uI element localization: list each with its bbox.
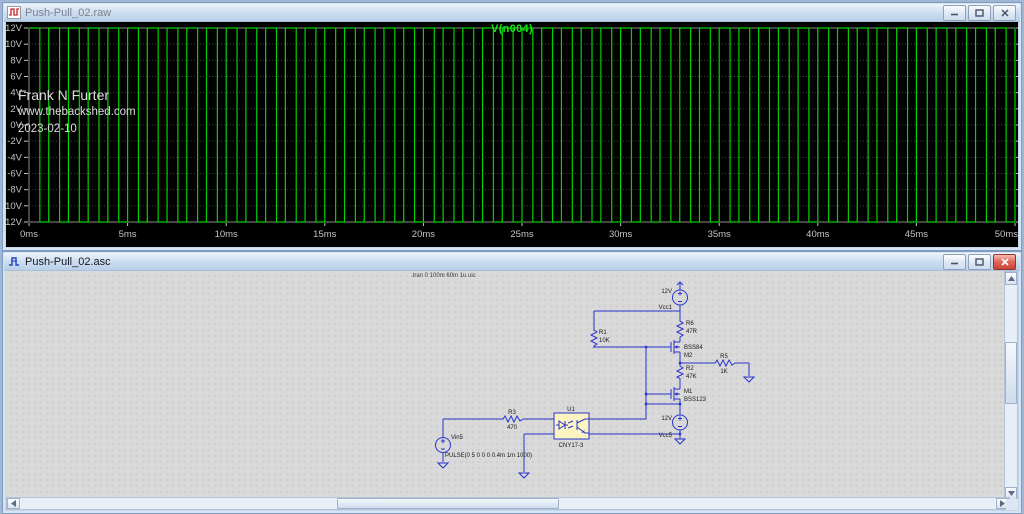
scroll-up-button[interactable] [1005, 272, 1017, 285]
vertical-scroll-thumb[interactable] [1005, 342, 1017, 404]
waveform-file-icon [7, 6, 21, 19]
svg-text:5ms: 5ms [119, 229, 137, 240]
r3-name[interactable]: R3 [508, 410, 516, 416]
resistor-r2[interactable] [677, 364, 683, 379]
plot-annotation: Frank N Furter www.thebackshed.com 2023-… [18, 88, 136, 140]
schematic-window-title: Push-Pull_02.asc [25, 256, 939, 268]
close-button[interactable] [993, 254, 1016, 270]
vcc5-value[interactable]: 12V [661, 416, 672, 422]
waveform-plot[interactable]: 12V10V8V6V4V2V0V-2V-4V-6V-8V-10V-12V0ms5… [6, 22, 1018, 247]
svg-text:15ms: 15ms [313, 229, 336, 240]
close-button[interactable] [993, 5, 1016, 21]
resistor-r5[interactable] [713, 360, 735, 366]
svg-text:25ms: 25ms [510, 229, 533, 240]
svg-text:35ms: 35ms [708, 229, 731, 240]
r5-name[interactable]: R5 [720, 354, 728, 360]
m2-name[interactable]: M2 [684, 353, 693, 359]
maximize-button[interactable] [968, 254, 991, 270]
annotation-author: Frank N Furter [18, 88, 136, 102]
waveform-titlebar[interactable]: Push-Pull_02.raw [4, 4, 1020, 22]
trace-label[interactable]: V(n004) [6, 23, 1018, 35]
svg-text:50ms: 50ms [995, 229, 1018, 240]
vin5-name[interactable]: Vin5 [451, 435, 464, 441]
spice-directive[interactable]: .tran 0 100m 60m 1u uic [411, 273, 476, 279]
optocoupler-u1[interactable] [554, 413, 589, 439]
r2-value[interactable]: 47K [686, 374, 697, 380]
svg-text:45ms: 45ms [905, 229, 928, 240]
r5-value[interactable]: 1K [720, 369, 727, 375]
r1-name[interactable]: R1 [599, 330, 607, 336]
resistor-r1[interactable] [591, 328, 597, 348]
vcc5-name[interactable]: Vcc5 [659, 433, 673, 439]
resistor-r3[interactable] [501, 416, 523, 422]
minimize-button[interactable] [943, 5, 966, 21]
svg-text:6V: 6V [10, 72, 22, 83]
svg-text:-12V: -12V [6, 217, 23, 228]
svg-text:20ms: 20ms [412, 229, 435, 240]
svg-text:-6V: -6V [7, 169, 22, 180]
waveform-plot-area[interactable]: 12V10V8V6V4V2V0V-2V-4V-6V-8V-10V-12V0ms5… [6, 22, 1018, 247]
vin5-value[interactable]: PULSE(0 5 0 0 0 0.4m 1m 1000) [445, 453, 532, 459]
maximize-button[interactable] [968, 5, 991, 21]
svg-text:10V: 10V [6, 39, 23, 50]
svg-text:8V: 8V [10, 55, 22, 66]
horizontal-scroll-thumb[interactable] [337, 498, 559, 509]
resistor-r6[interactable] [677, 319, 683, 339]
wires[interactable] [443, 305, 749, 472]
schematic-canvas[interactable]: .tran 0 100m 60m 1u uic [6, 271, 1008, 499]
schematic-file-icon [7, 255, 21, 268]
mosfet-m2[interactable] [671, 340, 680, 354]
annotation-date: 2023-02-10 [18, 124, 136, 136]
svg-text:-10V: -10V [6, 201, 23, 212]
voltage-source-vcc5[interactable] [673, 415, 688, 430]
svg-text:0ms: 0ms [20, 229, 38, 240]
annotation-website: www.thebackshed.com [18, 107, 136, 119]
waveform-window-title: Push-Pull_02.raw [25, 7, 939, 19]
r3-value[interactable]: 470 [507, 425, 518, 431]
svg-text:40ms: 40ms [806, 229, 829, 240]
svg-text:-4V: -4V [7, 152, 22, 163]
ltspice-workspace: Push-Pull_02.raw 12V10V8V6V4V2V0V-2V-4V-… [0, 0, 1024, 514]
vcc1-value[interactable]: 12V [661, 289, 672, 295]
horizontal-scrollbar[interactable] [6, 497, 1010, 510]
ground-symbols [438, 377, 754, 478]
schematic-window: Push-Pull_02.asc .tran 0 100m 60m 1u uic [2, 251, 1022, 514]
u1-value[interactable]: CNY17-3 [559, 443, 584, 449]
voltage-source-vcc1[interactable] [673, 282, 688, 305]
minimize-button[interactable] [943, 254, 966, 270]
r6-name[interactable]: R6 [686, 321, 694, 327]
schematic-titlebar[interactable]: Push-Pull_02.asc [4, 253, 1020, 271]
m1-name[interactable]: M1 [684, 389, 693, 395]
vcc1-name[interactable]: Vcc1 [659, 305, 673, 311]
svg-text:-8V: -8V [7, 185, 22, 196]
waveform-window: Push-Pull_02.raw 12V10V8V6V4V2V0V-2V-4V-… [2, 2, 1022, 251]
r6-value[interactable]: 47R [686, 329, 698, 335]
vertical-scrollbar[interactable] [1004, 271, 1018, 501]
svg-text:30ms: 30ms [609, 229, 632, 240]
mosfet-m1[interactable] [671, 387, 680, 401]
r2-name[interactable]: R2 [686, 366, 694, 372]
scroll-left-button[interactable] [7, 498, 20, 509]
r1-value[interactable]: 10K [599, 338, 610, 344]
svg-text:10ms: 10ms [215, 229, 238, 240]
voltage-source-vin5[interactable] [436, 438, 451, 453]
u1-name[interactable]: U1 [567, 407, 575, 413]
scrollbar-corner [1006, 499, 1018, 510]
m1-value[interactable]: BSS123 [684, 397, 707, 403]
m2-value[interactable]: BSS84 [684, 345, 703, 351]
